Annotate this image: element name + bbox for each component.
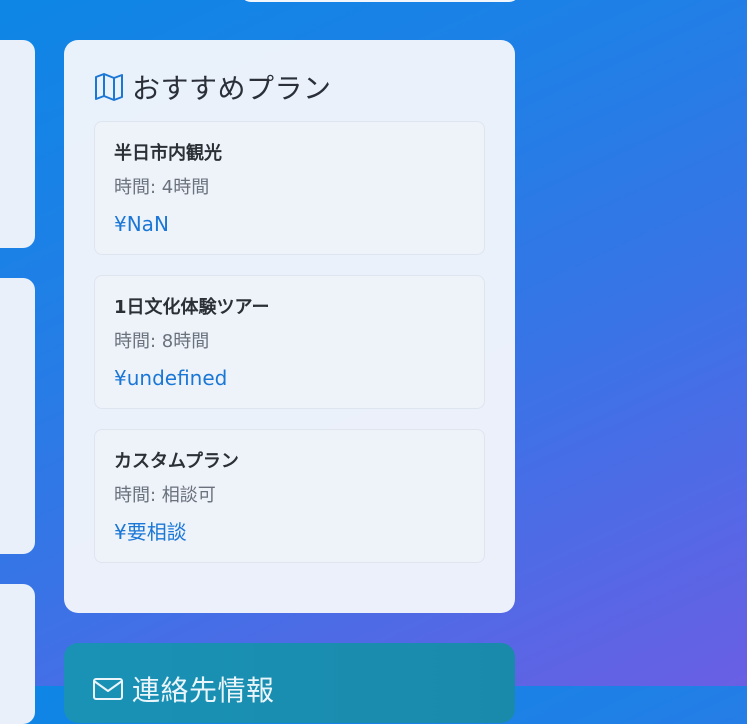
map-icon	[94, 72, 124, 102]
left-card-partial	[0, 584, 35, 724]
plans-title: おすすめプラン	[132, 72, 332, 105]
plan-duration: 時間: 相談可	[114, 485, 216, 506]
plan-duration: 時間: 8時間	[114, 331, 210, 352]
contact-info-card: 連絡先情報	[64, 643, 515, 723]
top-card-partial	[240, 0, 520, 2]
plan-price: ¥要相談	[114, 520, 187, 544]
contact-header: 連絡先情報	[92, 669, 485, 709]
plan-item-custom[interactable]: カスタムプラン 時間: 相談可 ¥要相談	[94, 429, 485, 563]
plan-price: ¥NaN	[114, 212, 169, 236]
mail-icon	[92, 674, 124, 704]
contact-title: 連絡先情報	[132, 674, 275, 707]
plans-header: おすすめプラン	[94, 70, 485, 105]
plan-price: ¥undefined	[114, 366, 228, 390]
plan-duration: 時間: 4時間	[114, 177, 210, 198]
left-card-partial	[0, 278, 35, 554]
plan-name: 半日市内観光	[114, 143, 222, 164]
plan-item-half-day[interactable]: 半日市内観光 時間: 4時間 ¥NaN	[94, 121, 485, 255]
plan-name: 1日文化体験ツアー	[114, 297, 270, 318]
plan-name: カスタムプラン	[114, 451, 239, 472]
left-card-partial	[0, 40, 35, 248]
plan-item-full-day[interactable]: 1日文化体験ツアー 時間: 8時間 ¥undefined	[94, 275, 485, 409]
recommended-plans-card: おすすめプラン 半日市内観光 時間: 4時間 ¥NaN 1日文化体験ツアー 時間…	[64, 40, 515, 613]
